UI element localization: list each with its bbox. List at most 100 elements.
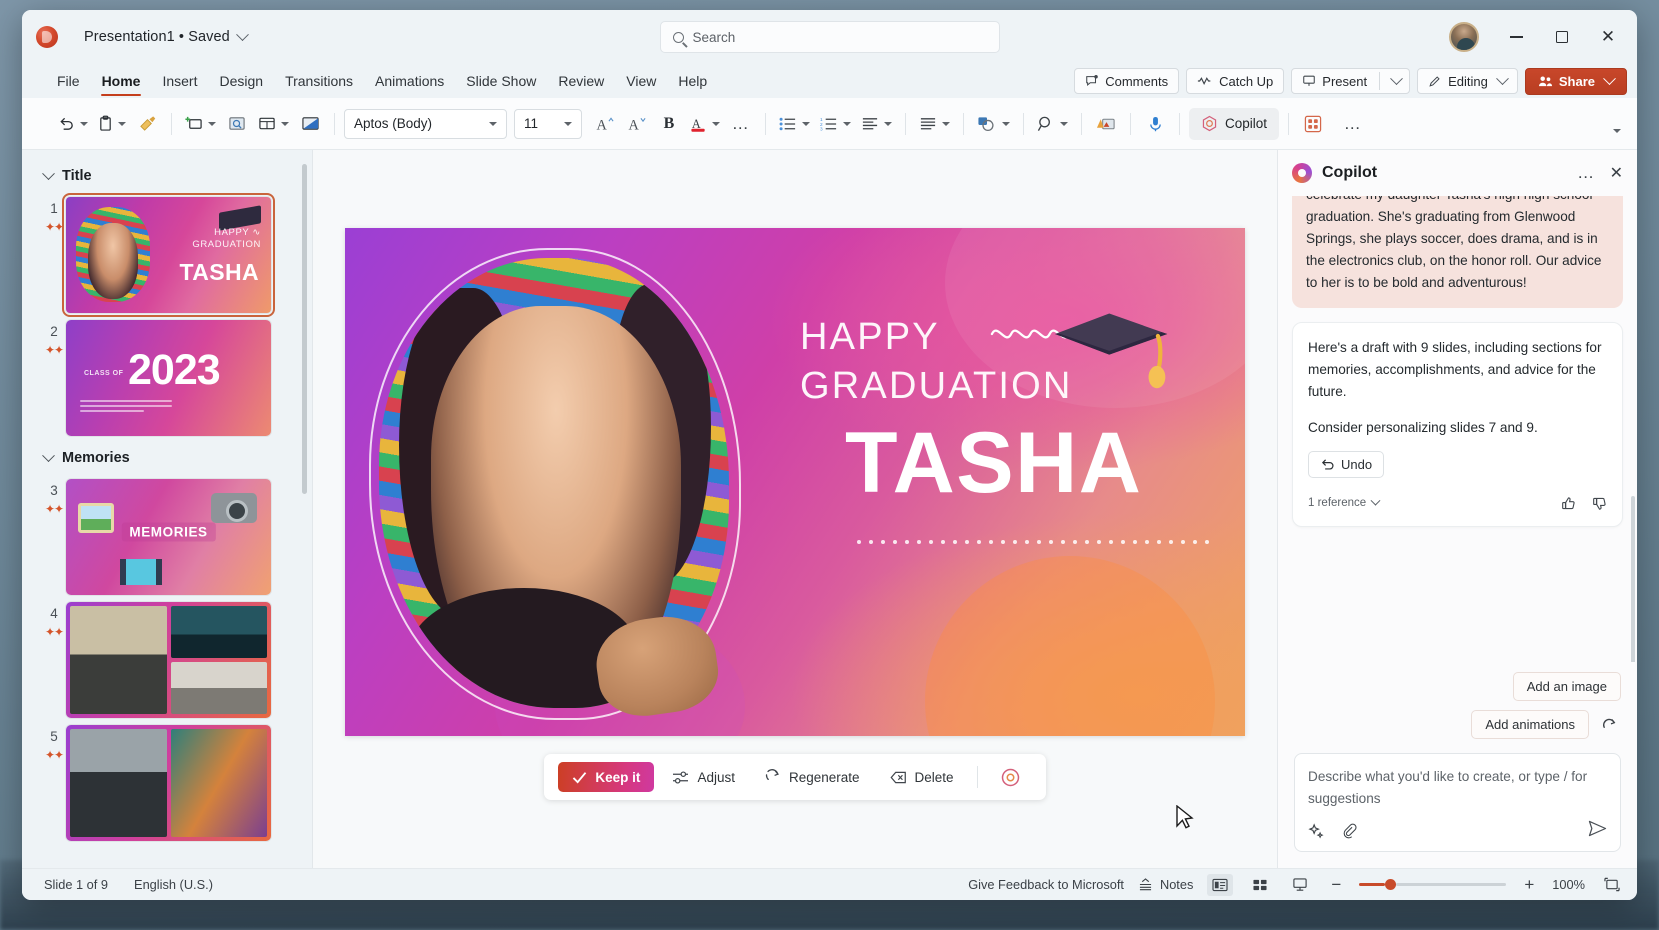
slide-3-thumbnail[interactable]: MEMORIES <box>66 479 271 595</box>
slide-name-text[interactable]: TASHA <box>845 418 1142 508</box>
thumbs-up-icon[interactable] <box>1561 496 1576 511</box>
tab-help[interactable]: Help <box>667 64 718 98</box>
new-slide-button[interactable] <box>181 108 220 140</box>
adjust-button[interactable]: Adjust <box>660 762 747 792</box>
find-dropdown-icon[interactable] <box>1060 121 1068 126</box>
zoom-slider[interactable] <box>1359 879 1507 890</box>
refresh-suggestions-button[interactable] <box>1597 713 1621 737</box>
grow-font-button[interactable]: A <box>590 108 620 140</box>
slide-navigator[interactable]: Title 1 ✦✦ HAPPY ∿GRADUATION TASHA 2 ✦✦ <box>22 150 312 868</box>
designer-button[interactable] <box>1091 108 1121 140</box>
chevron-down-icon[interactable] <box>235 27 249 41</box>
slide-item-3[interactable]: 3 ✦✦ MEMORIES <box>22 472 312 595</box>
paragraph-align-button[interactable] <box>915 108 954 140</box>
tab-insert[interactable]: Insert <box>151 64 208 98</box>
copilot-conversation[interactable]: celebrate my daughter Tasha's high high … <box>1278 196 1637 662</box>
shrink-font-button[interactable]: A <box>622 108 652 140</box>
slide-1-thumbnail[interactable]: HAPPY ∿ GRADUATION TASHA <box>62 193 275 317</box>
slide-item-4[interactable]: 4 ✦✦ <box>22 595 312 718</box>
catch-up-button[interactable]: Catch Up <box>1186 68 1285 94</box>
slide-navigator-scrollbar[interactable] <box>302 164 307 494</box>
delete-button[interactable]: Delete <box>878 762 966 792</box>
comments-button[interactable]: Comments <box>1074 68 1180 94</box>
more-font-options-button[interactable]: … <box>726 108 756 140</box>
slide-preview-button[interactable] <box>222 108 252 140</box>
editing-button[interactable]: Editing <box>1417 68 1518 94</box>
attachment-icon[interactable] <box>1341 823 1358 840</box>
paste-button[interactable] <box>94 108 130 140</box>
feedback-link[interactable]: Give Feedback to Microsoft <box>968 877 1124 892</box>
numbering-button[interactable]: 123 <box>816 108 855 140</box>
font-name-dropdown-icon[interactable] <box>489 121 497 126</box>
collapse-ribbon-button[interactable] <box>1601 115 1631 147</box>
zoom-slider-knob[interactable] <box>1385 879 1397 890</box>
copilot-scrollbar[interactable] <box>1631 496 1635 662</box>
keep-it-button[interactable]: Keep it <box>558 762 655 792</box>
apps-button[interactable] <box>1298 108 1328 140</box>
slide-5-thumbnail[interactable] <box>66 725 271 841</box>
numbering-dropdown-icon[interactable] <box>843 121 851 126</box>
picture-button[interactable] <box>295 108 325 140</box>
paragraph-align-dropdown-icon[interactable] <box>942 121 950 126</box>
minimize-button[interactable] <box>1495 20 1537 54</box>
sparkle-icon[interactable] <box>1308 822 1325 840</box>
current-slide[interactable]: HAPPY GRADUATION TASHA <box>345 228 1245 736</box>
tab-view[interactable]: View <box>615 64 667 98</box>
section-header-memories[interactable]: Memories <box>22 444 312 472</box>
tab-home[interactable]: Home <box>91 64 152 98</box>
bold-button[interactable]: B <box>654 108 684 140</box>
maximize-button[interactable] <box>1541 20 1583 54</box>
chevron-down-icon[interactable] <box>42 166 55 180</box>
editing-dropdown-icon[interactable] <box>1495 71 1509 85</box>
dictate-button[interactable] <box>1140 108 1170 140</box>
notes-button[interactable]: Notes <box>1138 877 1193 892</box>
font-name-select[interactable]: Aptos (Body) <box>344 108 507 139</box>
avatar[interactable] <box>1449 22 1479 52</box>
search-input[interactable]: Search <box>659 21 1000 53</box>
close-button[interactable]: ✕ <box>1587 20 1629 54</box>
tab-review[interactable]: Review <box>547 64 615 98</box>
tab-animations[interactable]: Animations <box>364 64 455 98</box>
font-color-button[interactable]: A <box>686 108 724 140</box>
align-button[interactable] <box>857 108 896 140</box>
document-title[interactable]: Presentation1 • Saved <box>84 27 249 45</box>
normal-view-button[interactable] <box>1207 873 1234 896</box>
toolbar-overflow-button[interactable]: … <box>1338 108 1368 140</box>
copilot-ribbon-button[interactable]: Copilot <box>1189 107 1280 140</box>
font-size-dropdown-icon[interactable] <box>564 121 572 126</box>
zoom-in-button[interactable]: + <box>1520 875 1538 895</box>
copilot-more-options-button[interactable]: … <box>1577 163 1596 183</box>
bullets-dropdown-icon[interactable] <box>802 121 810 126</box>
slide-sorter-button[interactable] <box>1247 874 1273 896</box>
zoom-out-button[interactable]: − <box>1327 875 1345 895</box>
undo-button[interactable]: Undo <box>1308 451 1385 478</box>
tab-file[interactable]: File <box>46 64 91 98</box>
slide-item-5[interactable]: 5 ✦✦ <box>22 718 312 841</box>
slide-item-2[interactable]: 2 ✦✦ CLASS OF 2023 <box>22 313 312 436</box>
slide-item-1[interactable]: 1 ✦✦ HAPPY ∿ GRADUATION TASHA <box>22 190 312 317</box>
tab-slide-show[interactable]: Slide Show <box>455 64 547 98</box>
suggestion-add-an-image[interactable]: Add an image <box>1512 672 1621 701</box>
bullets-button[interactable] <box>775 108 814 140</box>
font-color-dropdown-icon[interactable] <box>712 121 720 126</box>
slide-2-thumbnail[interactable]: CLASS OF 2023 <box>66 320 271 436</box>
slide-count-label[interactable]: Slide 1 of 9 <box>44 877 108 892</box>
present-dropdown-icon[interactable] <box>1390 71 1403 85</box>
send-button[interactable] <box>1588 820 1607 842</box>
font-size-select[interactable]: 11 <box>514 108 582 139</box>
language-label[interactable]: English (U.S.) <box>134 877 213 892</box>
reading-view-button[interactable] <box>1287 874 1313 896</box>
fit-slide-button[interactable] <box>1599 874 1625 896</box>
align-dropdown-icon[interactable] <box>884 121 892 126</box>
share-button[interactable]: Share <box>1524 67 1627 95</box>
regenerate-button[interactable]: Regenerate <box>753 762 872 792</box>
thumbs-down-icon[interactable] <box>1592 496 1607 511</box>
shapes-dropdown-icon[interactable] <box>1002 121 1010 126</box>
zoom-level-label[interactable]: 100% <box>1552 877 1585 892</box>
format-painter-button[interactable] <box>132 108 162 140</box>
layout-dropdown-icon[interactable] <box>281 121 289 126</box>
action-bar-copilot-button[interactable] <box>989 762 1032 792</box>
share-dropdown-icon[interactable] <box>1603 71 1616 85</box>
find-button[interactable] <box>1033 108 1072 140</box>
references-toggle[interactable]: 1 reference <box>1308 492 1381 514</box>
